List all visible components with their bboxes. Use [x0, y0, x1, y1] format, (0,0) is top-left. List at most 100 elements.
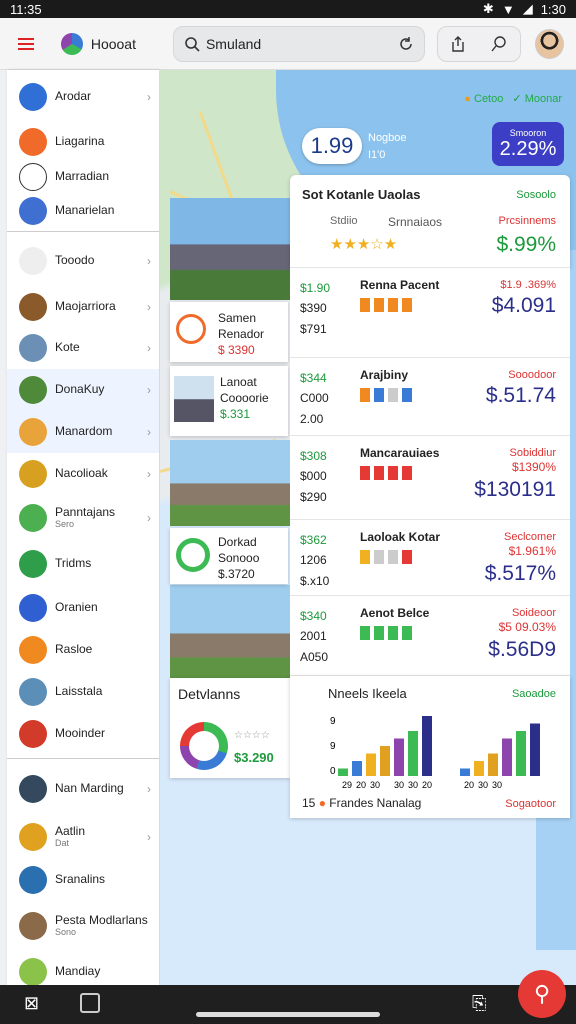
- y-tick-label: 9: [330, 716, 336, 727]
- sidebar-item[interactable]: Tooodo ›: [7, 235, 159, 287]
- sidebar-item[interactable]: Mandiay: [7, 950, 159, 985]
- sidebar-item[interactable]: Mooinder: [7, 713, 159, 755]
- sidebar-item-icon: [19, 866, 47, 894]
- wifi-icon: ▼: [501, 1, 515, 17]
- sidebar-item[interactable]: Kote ›: [7, 327, 159, 369]
- sidebar-item-label: Manardom: [55, 424, 113, 439]
- legend-check-icon: ✓: [512, 93, 522, 105]
- place-card-price: $ 3390: [218, 343, 255, 358]
- menu-icon[interactable]: [18, 32, 41, 56]
- refresh-icon[interactable]: [398, 36, 414, 52]
- share-nav-icon[interactable]: ⎘: [472, 993, 486, 1014]
- x-tick-label: 20: [464, 780, 474, 790]
- sidebar-item-icon: [19, 958, 47, 985]
- x-tick-label: 30: [492, 780, 502, 790]
- sidebar-item[interactable]: Liagarina: [7, 124, 159, 160]
- row-val-3: 2.00: [300, 411, 324, 426]
- row-bar: [360, 626, 370, 640]
- sidebar-item[interactable]: Aatlin Dat ›: [7, 816, 159, 858]
- list-row[interactable]: $308 $000 $290 Mancarauiaes Sobiddiur $1390% $…: [290, 436, 570, 520]
- sidebar-item-label: Tridms: [55, 556, 92, 571]
- chevron-right-icon: ›: [147, 830, 151, 844]
- sidebar-item-sub: Dat: [55, 837, 70, 848]
- bar-chart-card[interactable]: Nneels Ikeela Saoadoe 9 9 0 29 20 30 30 30 20 20 3…: [290, 676, 570, 818]
- profile-fab[interactable]: ⚲: [518, 970, 566, 1018]
- row-val-2: $000: [300, 469, 327, 484]
- home-indicator[interactable]: [196, 1012, 380, 1017]
- avatar[interactable]: [534, 28, 565, 59]
- list-row[interactable]: $340 2001 A050 Aenot Belce Soideoor $5 09.03%…: [290, 596, 570, 676]
- value-pill[interactable]: 1.99: [302, 128, 362, 164]
- chevron-right-icon: ›: [147, 90, 151, 104]
- row-bars: [360, 388, 470, 402]
- x-tick-label: 20: [422, 780, 432, 790]
- summary-card[interactable]: Detvlanns ☆☆☆☆ $3.290: [170, 678, 290, 778]
- sidebar-item-icon: [19, 823, 47, 851]
- status-icons: ✱ ▼ ◢ 1:30: [483, 1, 566, 17]
- sidebar-item[interactable]: Arodar ›: [7, 70, 159, 124]
- sidebar-item[interactable]: Tridms: [7, 541, 159, 587]
- list-header-card[interactable]: Sot Kotanle Uaolas Sosoolo Stdiio Srnnai…: [290, 175, 570, 268]
- row-title: Arajbiny: [360, 368, 409, 382]
- place-card[interactable]: Samen Renador $ 3390: [170, 302, 288, 362]
- sidebar-item[interactable]: Rasloe: [7, 629, 159, 671]
- sidebar-item[interactable]: Manardom ›: [7, 411, 159, 453]
- search-input[interactable]: [205, 35, 392, 52]
- row-right-mid: $1390%: [511, 460, 556, 475]
- square-icon[interactable]: [80, 993, 100, 1013]
- list-row[interactable]: $1.90 $390 $791 Renna Pacent $1.9 .369% $4.09…: [290, 268, 570, 358]
- chevron-right-icon: ›: [147, 425, 151, 439]
- sidebar-item[interactable]: Sranalins: [7, 858, 159, 902]
- bookmark-icon[interactable]: ⊠: [24, 993, 39, 1014]
- sidebar-item-label: Marradian: [55, 169, 110, 184]
- sidebar-item[interactable]: Oranien: [7, 587, 159, 629]
- sidebar-item[interactable]: Laisstala: [7, 671, 159, 713]
- sidebar-item[interactable]: Pesta Modlarlans Sono: [7, 902, 159, 950]
- row-val-1: $308: [300, 449, 327, 463]
- list-row[interactable]: $344 C000 2.00 Arajbiny Sooodoor $.51.74: [290, 358, 570, 436]
- chart-bar: [366, 753, 376, 776]
- share-icon[interactable]: [449, 35, 467, 53]
- chart-bar: [352, 761, 362, 776]
- chart-footer: Frandes Nanalag: [329, 796, 422, 810]
- place-card[interactable]: Dorkad Sonooo $.3720: [170, 528, 288, 584]
- row-bar: [402, 388, 412, 402]
- place-card-title: Dorkad: [218, 535, 257, 549]
- sidebar-item[interactable]: Nan Marding ›: [7, 762, 159, 816]
- x-tick-label: 30: [408, 780, 418, 790]
- sidebar-item[interactable]: Manarielan: [7, 194, 159, 228]
- place-card-ring: [176, 538, 210, 572]
- row-right-value: $4.091: [491, 294, 556, 318]
- chart-bar: [502, 738, 512, 776]
- summary-badge[interactable]: Smooron 2.29%: [492, 122, 564, 166]
- row-bar: [374, 298, 384, 312]
- sidebar-item[interactable]: DonaKuy ›: [7, 369, 159, 411]
- chart-bar: [338, 768, 348, 776]
- sidebar-item[interactable]: Panntajans Sero ›: [7, 495, 159, 541]
- row-right-value: $.56D9: [488, 637, 556, 661]
- place-card[interactable]: Lanoat Coooorie $.331: [170, 366, 288, 436]
- sidebar-item-icon: [19, 550, 47, 578]
- row-val-3: $290: [300, 489, 327, 504]
- chart-bar: [408, 731, 418, 776]
- summary-card-title: Detvlanns: [178, 686, 241, 702]
- pin-search-icon[interactable]: [490, 35, 508, 53]
- sidebar-item-icon: [19, 376, 47, 404]
- sidebar-item[interactable]: Marradian: [7, 160, 159, 194]
- row-right-value: $.51.74: [485, 384, 556, 408]
- city-photo: [170, 198, 290, 300]
- sidebar-item-icon: [19, 293, 47, 321]
- sidebar-item-label: DonaKuy: [55, 382, 105, 397]
- chevron-right-icon: ›: [147, 782, 151, 796]
- list-row[interactable]: $362 1206 $.x10 Laoloak Kotar Seclcomer $1.96…: [290, 520, 570, 596]
- search-bar[interactable]: [172, 25, 425, 62]
- row-label: Stdiio: [330, 215, 358, 227]
- row-bar: [360, 550, 370, 564]
- row-bar: [388, 298, 398, 312]
- chevron-right-icon: ›: [147, 300, 151, 314]
- sidebar-item[interactable]: Maojarriora ›: [7, 287, 159, 327]
- sidebar-divider: [7, 758, 159, 759]
- row-bar: [374, 550, 384, 564]
- sidebar-item[interactable]: Nacolioak ›: [7, 453, 159, 495]
- row-bar: [374, 388, 384, 402]
